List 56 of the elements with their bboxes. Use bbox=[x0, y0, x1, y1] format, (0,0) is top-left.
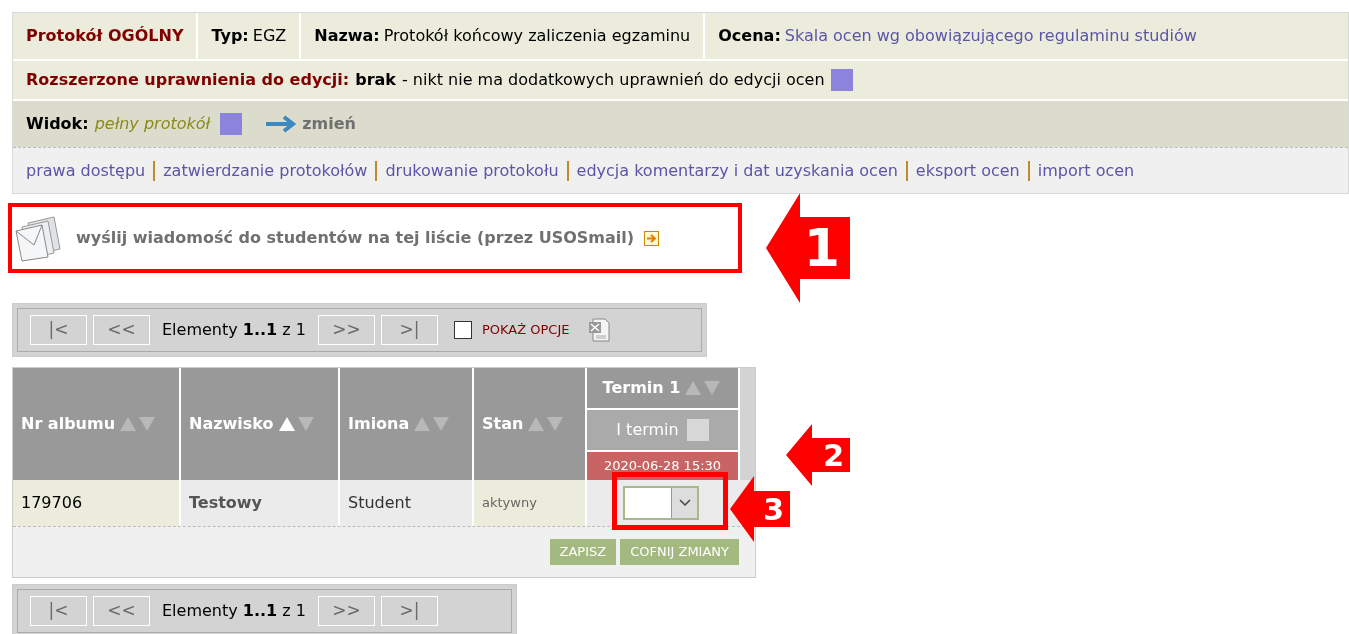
sort-arrows-icon[interactable] bbox=[684, 380, 723, 396]
sort-arrows-icon[interactable] bbox=[413, 416, 452, 432]
previous-page-button[interactable]: |< bbox=[30, 596, 87, 626]
sort-arrows-icon[interactable] bbox=[527, 416, 566, 432]
name-value: Protokół końcowy zaliczenia egzaminu bbox=[383, 25, 691, 47]
permissions-label: Rozszerzone uprawnienia do edycji: bbox=[26, 69, 350, 91]
next-page-button[interactable]: >| bbox=[380, 596, 438, 626]
name-label: Nazwa: bbox=[314, 25, 380, 47]
term-name: I termin bbox=[616, 419, 679, 441]
callout-number: 1 bbox=[803, 217, 840, 280]
callout-arrow bbox=[730, 476, 790, 542]
callout-number: 3 bbox=[763, 490, 784, 529]
save-button[interactable]: ZAPISZ bbox=[549, 539, 617, 565]
arrow-icon bbox=[264, 115, 297, 133]
table-cell: Student bbox=[340, 480, 472, 526]
nav-link[interactable]: edycja komentarzy i dat uzyskania ocen bbox=[576, 158, 898, 183]
column-header[interactable]: Nazwisko bbox=[181, 368, 338, 480]
nav-link[interactable]: zatwierdzanie protokołów bbox=[163, 158, 368, 183]
column-header[interactable]: Imiona bbox=[340, 368, 472, 480]
view-value: pełny protokół bbox=[94, 113, 211, 135]
type-value: EGZ bbox=[252, 25, 287, 47]
nav-link[interactable]: drukowanie protokołu bbox=[385, 158, 559, 183]
checkbox[interactable] bbox=[453, 321, 472, 339]
pager-count: Elementy 1..1 z 1 bbox=[162, 600, 306, 622]
grade-label: Ocena: bbox=[718, 25, 781, 47]
next-page-button[interactable]: >> bbox=[317, 596, 375, 626]
nav-link[interactable]: prawa dostępu bbox=[26, 158, 146, 183]
next-page-button[interactable]: >> bbox=[317, 315, 375, 345]
callout-arrow bbox=[786, 424, 850, 486]
caret-icon bbox=[678, 499, 691, 507]
callout-number: 2 bbox=[823, 436, 844, 475]
nav-link[interactable]: import ocen bbox=[1037, 158, 1135, 183]
table-cell: 179706 bbox=[13, 480, 179, 526]
permissions-value: brak bbox=[355, 69, 396, 91]
show-options-link[interactable]: POKAŻ OPCJE bbox=[481, 320, 570, 340]
grade-scale-link[interactable]: Skala ocen wg obowiązującego regulaminu studiów bbox=[784, 24, 1197, 48]
view-label: Widok: bbox=[26, 113, 89, 135]
table-cell: aktywny bbox=[474, 480, 585, 526]
column-header[interactable]: Nr albumu bbox=[13, 368, 179, 480]
column-header[interactable]: Stan bbox=[474, 368, 585, 480]
next-page-button[interactable]: >| bbox=[380, 315, 438, 345]
nav-link[interactable]: eksport ocen bbox=[915, 158, 1020, 183]
sort-arrows-icon[interactable] bbox=[277, 416, 316, 432]
undo-changes-button[interactable]: COFNIJ ZMIANY bbox=[620, 539, 739, 565]
column-header[interactable]: Termin 1 bbox=[587, 368, 738, 408]
previous-page-button[interactable]: |< bbox=[30, 315, 87, 345]
previous-page-button[interactable]: << bbox=[93, 315, 150, 345]
permissions-description: - nikt nie ma dodatkowych uprawnień do edycji ocen bbox=[402, 69, 825, 91]
previous-page-button[interactable]: << bbox=[93, 596, 150, 626]
change-view-link[interactable]: zmień bbox=[302, 112, 356, 136]
grade-dropdown[interactable] bbox=[623, 486, 699, 520]
sort-arrows-icon[interactable] bbox=[119, 416, 158, 432]
external-link-icon[interactable] bbox=[644, 230, 660, 246]
pager-count: Elementy 1..1 z 1 bbox=[162, 319, 306, 341]
table-cell: Testowy bbox=[181, 480, 338, 526]
type-label: Typ: bbox=[211, 25, 249, 47]
